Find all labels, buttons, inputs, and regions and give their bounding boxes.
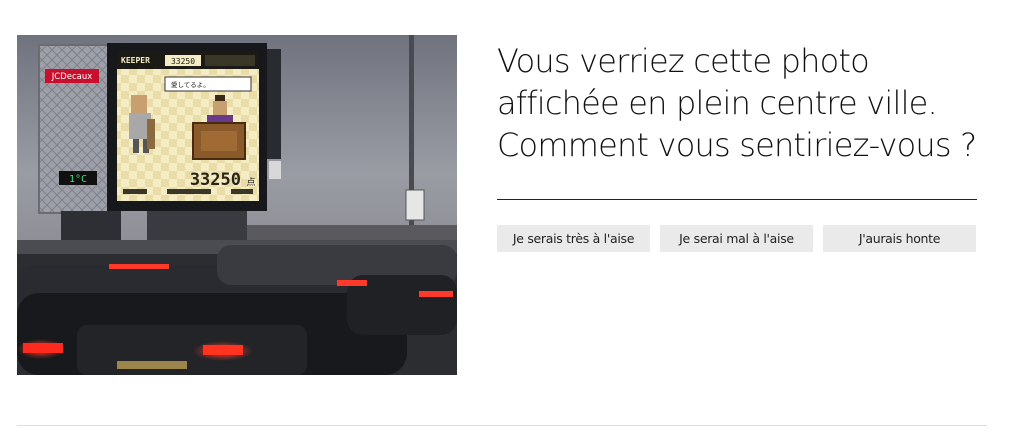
temperature-display: 1°C <box>69 174 87 185</box>
jcdecaux-logo: JCDecaux <box>51 72 93 82</box>
question-line-3: Comment vous sentiriez-vous ? <box>497 126 977 164</box>
billboard-photo: JCDecaux 1°C KEEPER 33250 愛してるよ。 33250 点 <box>17 35 457 375</box>
question-heading: Vous verriez cette photo affichée en ple… <box>497 40 987 166</box>
divider <box>497 199 977 200</box>
answer-button-honte[interactable]: J'aurais honte <box>823 225 976 252</box>
game-title: KEEPER <box>121 56 150 65</box>
question-line-2: affichée en plein centre ville. <box>497 84 938 122</box>
game-header-score: 33250 <box>171 57 195 66</box>
game-score: 33250 <box>190 170 241 190</box>
answer-button-mal-a-l-aise[interactable]: Je serai mal à l'aise <box>660 225 813 252</box>
answer-button-tres-a-l-aise[interactable]: Je serais très à l'aise <box>497 225 650 252</box>
game-speech-text: 愛してるよ。 <box>171 80 210 89</box>
answer-options: Je serais très à l'aise Je serai mal à l… <box>497 225 976 252</box>
score-suffix: 点 <box>246 177 255 188</box>
question-line-1: Vous verriez cette photo <box>497 42 870 80</box>
billboard-scene: JCDecaux 1°C KEEPER 33250 愛してるよ。 33250 点 <box>17 35 457 375</box>
footer-divider <box>17 425 987 426</box>
